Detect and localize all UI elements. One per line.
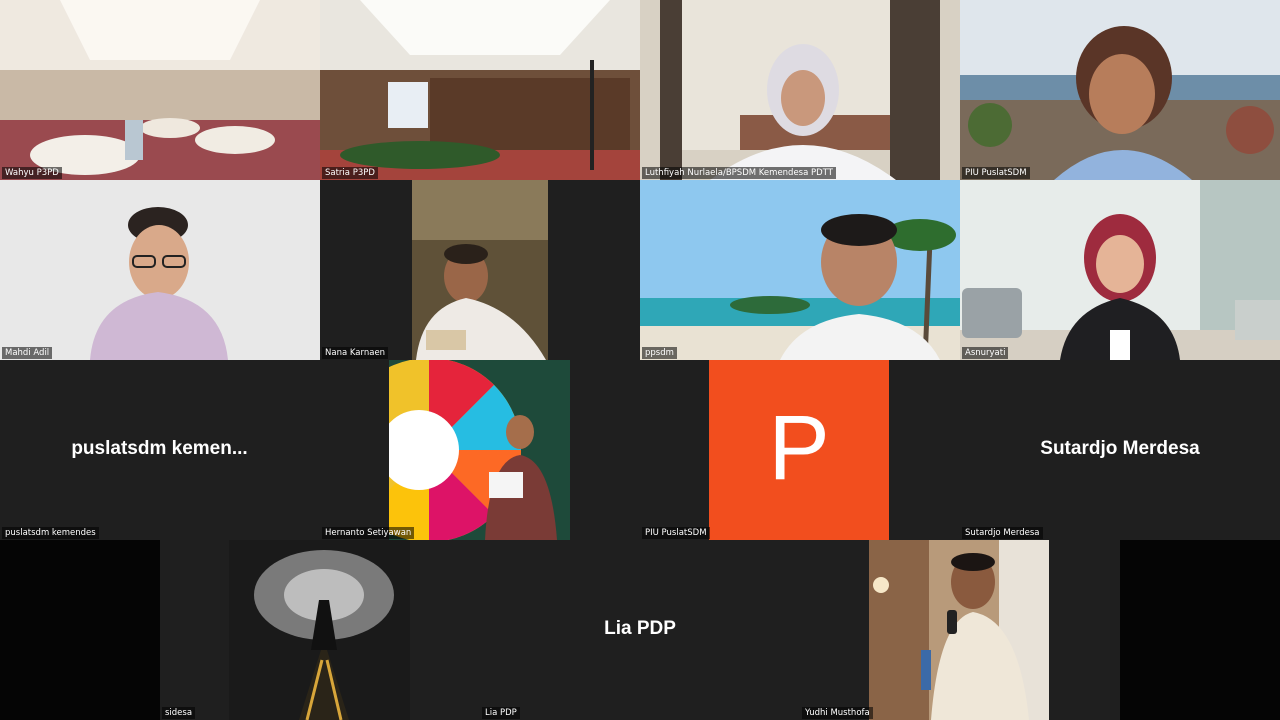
participant-name: sidesa: [162, 707, 196, 719]
video-tile-sidesa[interactable]: sidesa: [160, 540, 480, 720]
participant-name: PIU PuslatSDM: [962, 167, 1030, 179]
participant-name: Mahdi Adil: [2, 347, 53, 359]
video-tile-hernanto[interactable]: Hernanto Setiyawan: [320, 360, 640, 540]
video-tile-satria[interactable]: Satria P3PD: [320, 0, 640, 180]
participant-name: Asnuryati: [962, 347, 1009, 359]
participant-name: Luthfiyah Nurlaela/BPSDM Kemendesa PDTT: [642, 167, 836, 179]
video-tile-ppsdm[interactable]: ppsdm: [640, 180, 960, 360]
participant-video: [960, 180, 1280, 360]
participant-name: Sutardjo Merdesa: [962, 527, 1043, 539]
video-tile-puslatsdm-kemendes[interactable]: puslatsdm kemen... puslatsdm kemendes: [0, 360, 320, 540]
video-tile-asnuryati[interactable]: Asnuryati: [960, 180, 1280, 360]
participant-name: puslatsdm kemendes: [2, 527, 99, 539]
participant-name: PIU PuslatSDM: [642, 527, 710, 539]
avatar-letter: P: [768, 397, 830, 499]
video-tile-wahyu[interactable]: Wahyu P3PD: [0, 0, 320, 180]
participant-name: Yudhi Musthofa: [802, 707, 873, 719]
participant-video: [0, 180, 320, 360]
video-tile-luthfiyah[interactable]: Luthfiyah Nurlaela/BPSDM Kemendesa PDTT: [640, 0, 960, 180]
participant-video: [960, 0, 1280, 180]
video-tile-yudhi[interactable]: Yudhi Musthofa: [800, 540, 1120, 720]
participant-video: [640, 0, 960, 180]
participant-video: [0, 0, 320, 180]
participant-video: [640, 180, 960, 360]
participant-name: Hernanto Setiyawan: [322, 527, 415, 539]
participant-display-name: puslatsdm kemen...: [71, 438, 248, 459]
participant-name: Nana Karnaen: [322, 347, 389, 359]
video-tile-piu-puslatsdm-avatar[interactable]: P PIU PuslatSDM: [640, 360, 960, 540]
participant-name: Wahyu P3PD: [2, 167, 62, 179]
participant-name: ppsdm: [642, 347, 677, 359]
participant-video: [229, 540, 410, 720]
participant-video: [320, 0, 640, 180]
participant-name: Lia PDP: [482, 707, 520, 719]
video-tile-mahdi[interactable]: Mahdi Adil: [0, 180, 320, 360]
participant-video: [412, 180, 548, 360]
video-tile-partial-right: [1120, 540, 1280, 720]
video-tile-lia[interactable]: Lia PDP Lia PDP: [480, 540, 800, 720]
video-tile-nana[interactable]: Nana Karnaen: [320, 180, 640, 360]
video-tile-sutardjo[interactable]: Sutardjo Merdesa Sutardjo Merdesa: [960, 360, 1280, 540]
participant-video: [389, 360, 570, 540]
avatar-placeholder: P: [709, 360, 889, 540]
participant-video: [869, 540, 1049, 720]
participant-name: Satria P3PD: [322, 167, 378, 179]
participant-display-name: Lia PDP: [604, 618, 676, 639]
participant-display-name: Sutardjo Merdesa: [1040, 438, 1200, 459]
video-tile-partial-left: [0, 540, 160, 720]
video-tile-piu-puslatsdm[interactable]: PIU PuslatSDM: [960, 0, 1280, 180]
